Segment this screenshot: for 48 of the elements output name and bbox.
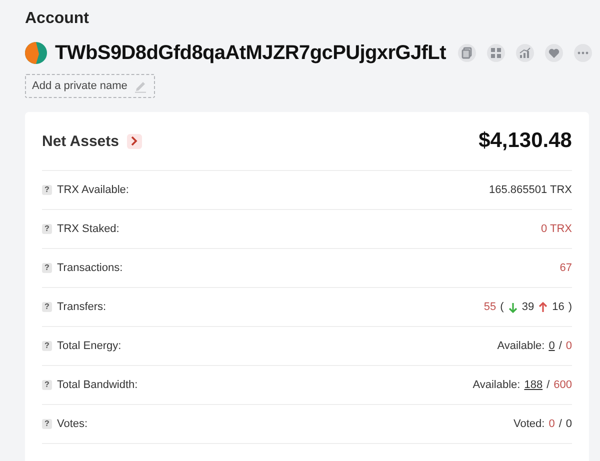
row-value: Available:	[472, 379, 520, 391]
row-value: Voted:	[513, 418, 545, 430]
row-value: /	[558, 340, 562, 352]
private-name-field[interactable]: Add a private name	[25, 74, 155, 98]
help-icon[interactable]: ?	[42, 224, 52, 234]
help-icon[interactable]: ?	[42, 419, 52, 429]
value-link[interactable]: 188	[524, 379, 543, 391]
help-icon[interactable]: ?	[42, 302, 52, 312]
arrow-up-icon	[538, 302, 548, 312]
help-icon[interactable]: ?	[42, 341, 52, 351]
row-value: 0	[548, 418, 555, 430]
row-value: (	[500, 301, 504, 313]
row-value: )	[568, 301, 572, 313]
help-icon[interactable]: ?	[42, 185, 52, 195]
grid-icon[interactable]	[486, 44, 505, 62]
help-icon[interactable]: ?	[42, 380, 52, 390]
row-value: /	[546, 379, 550, 391]
pencil-icon	[134, 80, 147, 93]
row-value: 600	[554, 379, 572, 391]
row-label: TRX Staked:	[57, 223, 120, 235]
row-value: 67	[560, 262, 572, 274]
avatar-icon	[25, 42, 47, 64]
row-value: /	[558, 418, 562, 430]
row-value: 55	[484, 301, 496, 313]
row-value: 16	[552, 301, 564, 313]
row-label: Total Energy:	[57, 340, 122, 352]
row-label: TRX Available:	[57, 184, 129, 196]
arrow-down-icon	[508, 302, 518, 312]
row-label: Transfers:	[57, 301, 106, 313]
row-value: 0	[566, 418, 572, 430]
chart-icon[interactable]	[516, 44, 534, 62]
account-address: TWbS9D8dGfd8qaAtMJZR7gcPUjgxrGJfLt	[55, 42, 446, 64]
value-link[interactable]: 0	[548, 340, 555, 352]
chevron-right-icon[interactable]	[126, 134, 142, 148]
row-label: Total Bandwidth:	[57, 379, 138, 391]
net-assets-label: Net Assets	[42, 132, 119, 150]
help-icon[interactable]: ?	[42, 263, 52, 273]
net-assets-value: $4,130.48	[478, 129, 572, 153]
row-value: Available:	[497, 340, 545, 352]
row-label: Votes:	[57, 418, 88, 430]
row-value: 165.865501 TRX	[489, 184, 572, 196]
row-value: 0	[566, 340, 572, 352]
more-icon[interactable]	[574, 44, 592, 62]
row-value: 0 TRX	[541, 223, 572, 235]
page-title: Account	[25, 9, 90, 29]
copy-icon[interactable]	[458, 44, 476, 62]
row-value: 39	[522, 301, 534, 313]
row-label: Transactions:	[57, 262, 123, 274]
